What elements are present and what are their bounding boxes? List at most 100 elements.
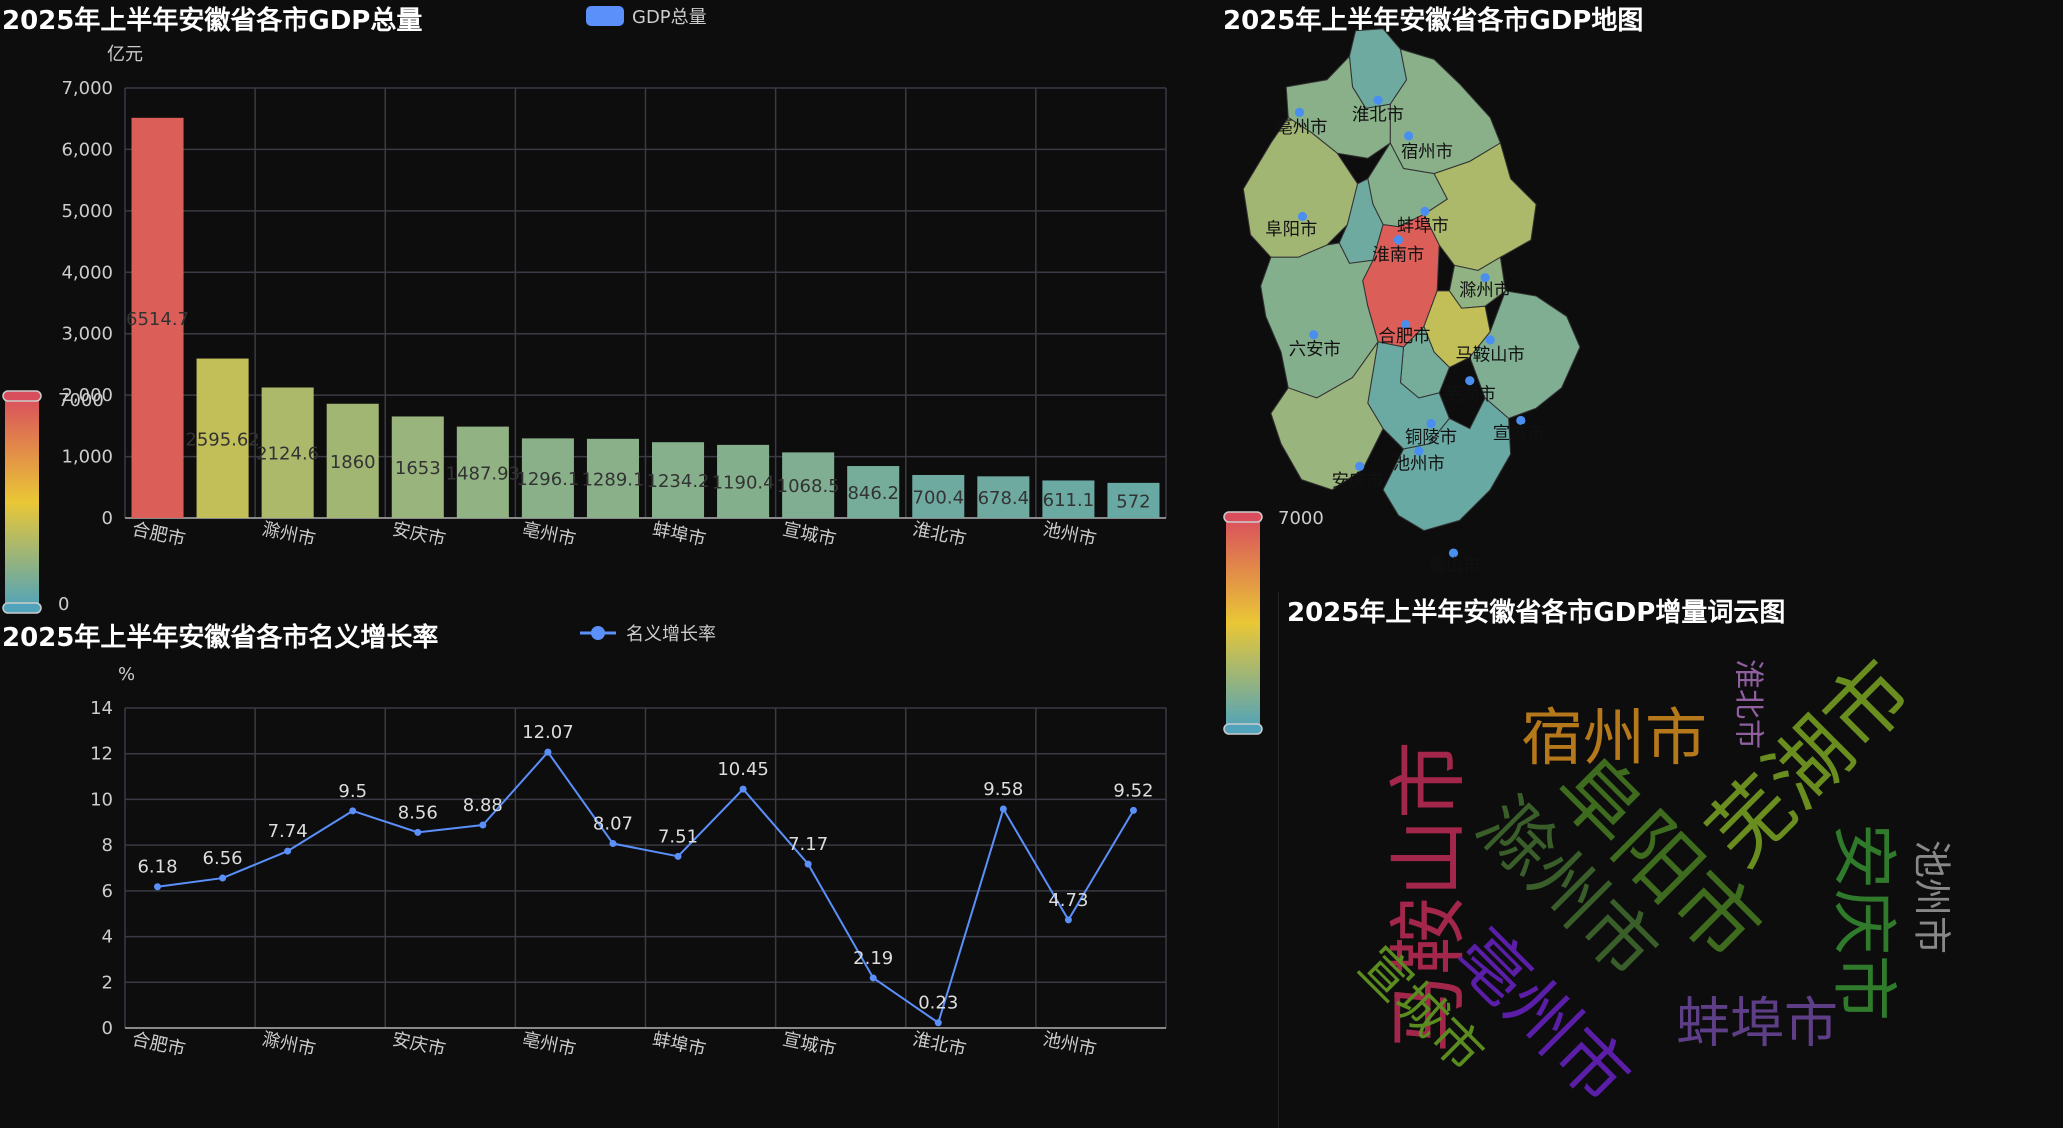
map-visualmap-top-handle[interactable]: [1223, 511, 1263, 523]
left-visualmap[interactable]: 7000 0: [0, 388, 104, 618]
bar-y-unit: 亿元: [107, 44, 143, 65]
line-x-tick-label: 淮北市: [911, 1029, 968, 1061]
map-city-label: 铜陵市: [1405, 428, 1457, 448]
bar-x-tick-label: 安庆市: [390, 519, 447, 551]
map-city-label: 池州市: [1393, 454, 1445, 474]
line-chart: % 0 2 4 6 8 10 12 14 6.18 6.56 7.74 9.5 8.56 8.88 12.07…: [90, 664, 1167, 1061]
bar-data-label: 1860: [330, 452, 376, 473]
bar-chart: 亿元01,0002,0003,0004,0005,0006,0007,00065…: [61, 44, 1167, 551]
line-data-label: 12.07: [522, 722, 574, 743]
line-x-tick-label: 合肥市: [130, 1029, 187, 1061]
bar-x-tick-label: 合肥市: [130, 519, 187, 551]
line-point: [1064, 916, 1072, 924]
wordcloud-word: 淮北市: [1731, 659, 1766, 749]
line-data-label: 8.88: [463, 795, 503, 816]
line-data-label: 9.52: [1113, 780, 1153, 801]
line-data-label: 2.19: [853, 948, 893, 969]
map-city-dot: [1309, 330, 1319, 340]
left-visualmap-max: 7000: [58, 390, 104, 411]
bar-data-label: 846.2: [847, 483, 899, 504]
line-x-tick-label: 亳州市: [520, 1029, 577, 1061]
wordcloud-word: 蚌埠市: [1676, 992, 1838, 1055]
line-point: [154, 883, 162, 891]
map-city-label: 黄山市: [1429, 556, 1481, 576]
line-y-tick-label: 14: [90, 698, 113, 719]
line-data-label: 9.5: [338, 781, 367, 802]
map-regions: 淮北市宿州市 亳州市阜阳市 蚌埠市淮南市滁州市合肥市六安市 马鞍山市芜湖市宣城市 铜陵市…: [1242, 28, 1581, 576]
left-visualmap-top-handle[interactable]: [2, 390, 42, 402]
line-point: [284, 847, 292, 855]
line-data-label: 9.58: [983, 779, 1023, 800]
line-chart-panel: 2025年上半年安徽省各市名义增长率 名义增长率 % 0 2 4 6 8 10 12 14 6.1…: [0, 615, 1215, 1128]
bar-data-label: 678.4: [978, 488, 1030, 509]
line-data-label: 6.18: [137, 857, 177, 878]
bar-x-tick-label: 蚌埠市: [651, 519, 708, 551]
line-x-tick-label: 宣城市: [781, 1029, 838, 1061]
left-visualmap-bottom-handle[interactable]: [2, 602, 42, 614]
map-city-dot: [1355, 461, 1365, 471]
bar-data-label: 2595.62: [185, 429, 259, 450]
map-city-label: 阜阳市: [1265, 220, 1317, 240]
line-x-tick-label: 滁州市: [260, 1029, 317, 1061]
bar-data-label: 611.1: [1043, 490, 1095, 511]
line-y-tick-label: 4: [102, 927, 113, 948]
map-city-dot: [1373, 95, 1383, 105]
left-visualmap-min: 0: [58, 594, 70, 615]
bar-x-tick-label: 亳州市: [520, 519, 577, 551]
map-city-label: 合肥市: [1379, 327, 1431, 347]
line-point: [739, 785, 747, 793]
line-data-label: 10.45: [717, 759, 769, 780]
bar-x-tick-label: 宣城市: [781, 519, 838, 551]
bar-data-label: 2124.6: [256, 444, 319, 465]
map-city-label: 淮南市: [1372, 245, 1424, 265]
bar-y-tick-label: 0: [102, 508, 113, 529]
map-city-dot: [1465, 376, 1475, 386]
map-visualmap-bottom-handle[interactable]: [1223, 723, 1263, 735]
line-data-label: 0.23: [918, 993, 958, 1014]
bar-x-tick-label: 滁州市: [260, 519, 317, 551]
map-city-dot: [1404, 131, 1414, 141]
line-point: [219, 874, 227, 882]
bar-data-label: 700.4: [913, 487, 965, 508]
anhui-map[interactable]: 淮北市宿州市 亳州市阜阳市 蚌埠市淮南市滁州市合肥市六安市 马鞍山市芜湖市宣城市 铜陵市…: [1216, 0, 2063, 590]
left-visualmap-bar[interactable]: [0, 388, 90, 618]
map-city-label: 芜湖市: [1444, 385, 1496, 405]
map-city-label: 亳州市: [1276, 118, 1328, 138]
map-visualmap-max: 7000: [1278, 508, 1324, 529]
bar-y-tick-label: 6,000: [61, 139, 113, 160]
bar-y-tick-label: 7,000: [61, 78, 113, 99]
line-point: [999, 805, 1007, 813]
map-city-dot: [1294, 107, 1305, 117]
line-point: [869, 974, 877, 982]
wordcloud-panel: 2025年上半年安徽省各市GDP增量词云图 马鞍山市 宿州市 淮北市 芜湖市 阜阳市 滁州…: [1278, 592, 2063, 1128]
line-data-label: 7.51: [658, 826, 698, 847]
line-y-tick-label: 12: [90, 744, 113, 765]
line-y-tick-label: 8: [102, 835, 113, 856]
line-x-tick-label: 蚌埠市: [651, 1029, 708, 1061]
bar-data-label: 572: [1116, 491, 1150, 512]
bar-data-label: 1068.5: [777, 476, 840, 497]
line-y-tick-label: 2: [102, 972, 113, 993]
line-data-label: 8.07: [593, 814, 633, 835]
line-data-label: 7.74: [268, 821, 308, 842]
line-point: [544, 748, 552, 756]
bar-x-tick-label: 淮北市: [911, 519, 968, 551]
bar-data-label: 1296.1: [516, 469, 579, 490]
map-city-label: 六安市: [1289, 340, 1341, 360]
line-point: [804, 860, 812, 868]
bar-y-tick-label: 3,000: [61, 324, 113, 345]
map-city-label: 滁州市: [1459, 281, 1511, 301]
line-x-tick-label: 安庆市: [390, 1029, 447, 1061]
map-visualmap-bar[interactable]: [1220, 508, 1270, 740]
map-city-label: 淮北市: [1352, 106, 1404, 126]
line-y-unit: %: [118, 664, 135, 685]
line-data-label: 6.56: [203, 848, 243, 869]
map-city-label: 宣城市: [1493, 424, 1545, 444]
bar-chart-panel: 2025年上半年安徽省各市GDP总量 GDP总量 亿元 0 1,000 2,000 3,…: [0, 0, 1215, 610]
line-point: [479, 821, 487, 829]
bar-data-label: 1289.1: [581, 469, 644, 490]
line-point: [414, 828, 422, 836]
line-point: [1129, 806, 1137, 814]
bar-data-label: 1234.2: [647, 471, 710, 492]
line-y-tick-label: 6: [102, 881, 113, 902]
